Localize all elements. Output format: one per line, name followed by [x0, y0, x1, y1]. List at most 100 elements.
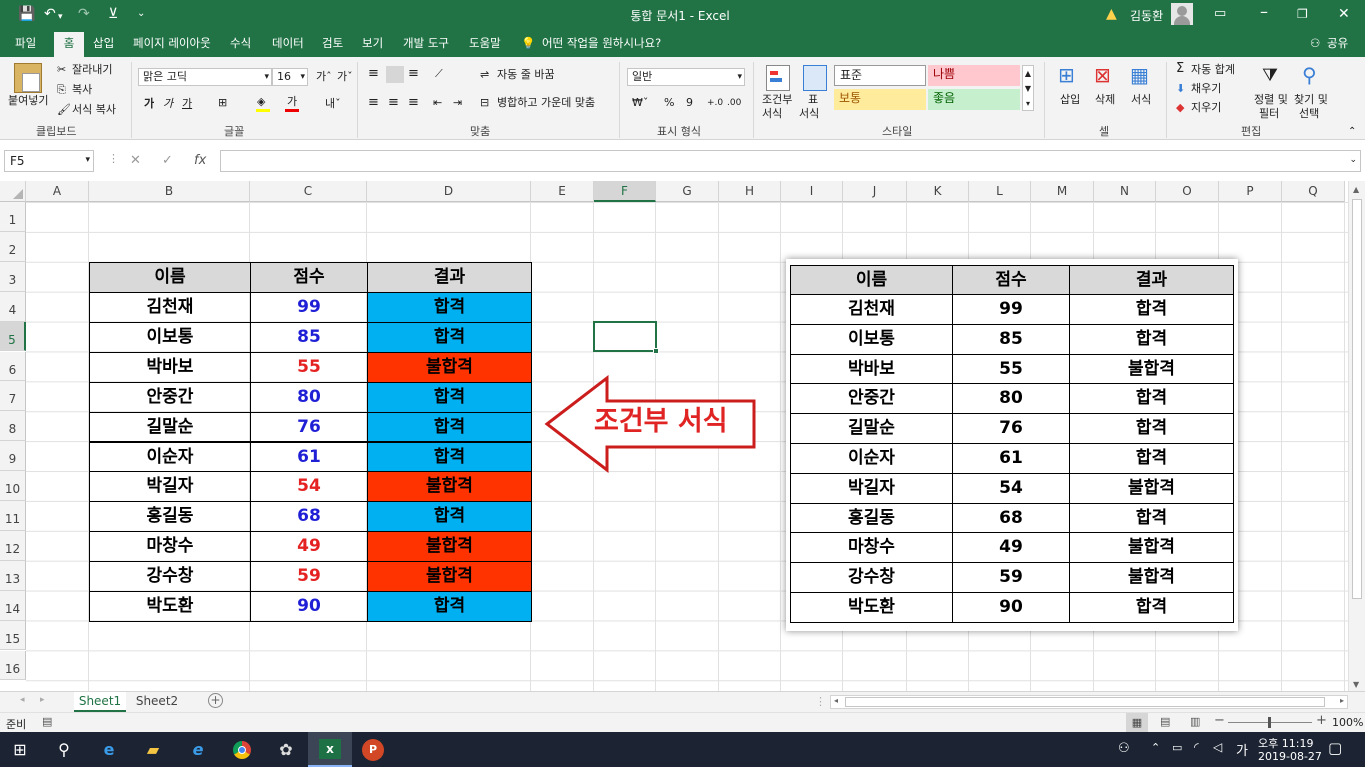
style-bad[interactable]: 나쁨 — [928, 65, 1020, 86]
row-header-4[interactable]: 4 — [0, 291, 26, 322]
ribbon-display-icon[interactable]: ▭ — [1214, 6, 1226, 22]
cell-name[interactable]: 마창수 — [89, 531, 251, 563]
plain-cell-result[interactable]: 합격 — [1069, 592, 1234, 623]
tab-data[interactable]: 데이터 — [272, 36, 304, 51]
zoom-slider-thumb[interactable] — [1268, 717, 1271, 728]
plain-cell-score[interactable]: 59 — [952, 562, 1070, 593]
cell-score[interactable]: 61 — [250, 441, 368, 473]
merge-icon[interactable]: ⊟ — [480, 96, 489, 110]
cell-score[interactable]: 99 — [250, 292, 368, 323]
collapse-ribbon-icon[interactable]: ⌃ — [1348, 125, 1356, 139]
row-header-5[interactable]: 5 — [0, 321, 26, 352]
conditional-format-icon[interactable] — [766, 65, 790, 91]
zoom-in-icon[interactable]: + — [1316, 713, 1327, 728]
row-header-16[interactable]: 16 — [0, 650, 26, 681]
format-as-table-button[interactable]: 표 — [808, 93, 818, 107]
clear-icon[interactable]: ◆ — [1176, 101, 1184, 115]
formula-input[interactable]: ⌄ — [220, 150, 1361, 172]
cell-score[interactable]: 55 — [250, 351, 368, 383]
cancel-icon[interactable]: ✕ — [130, 153, 141, 168]
split-handle-icon[interactable]: ⋮ — [815, 695, 826, 708]
person-icon[interactable]: ⚇ — [1310, 36, 1320, 51]
column-header-I[interactable]: I — [781, 181, 843, 202]
app-icon[interactable]: ✿ — [274, 738, 298, 762]
column-header-P[interactable]: P — [1219, 181, 1282, 202]
cell-score[interactable]: 49 — [250, 531, 368, 563]
find-select-button[interactable]: 찾기 및 — [1294, 93, 1328, 107]
plain-cell-score[interactable]: 68 — [952, 502, 1070, 534]
cell-name[interactable]: 이순자 — [89, 441, 251, 473]
tab-formulas[interactable]: 수식 — [230, 36, 251, 51]
people-icon[interactable]: ⚇ — [1118, 741, 1130, 756]
cell-name[interactable]: 홍길동 — [89, 501, 251, 533]
ime-indicator[interactable]: 가 — [1236, 740, 1248, 759]
comma-button[interactable]: 9 — [686, 96, 693, 110]
undo-icon[interactable]: ↶ — [44, 6, 56, 22]
clear-button[interactable]: 지우기 — [1191, 101, 1221, 115]
conditional-format-button[interactable]: 조건부 — [762, 93, 792, 107]
warning-icon[interactable]: ▲ — [1106, 6, 1117, 22]
styles-scroll[interactable]: ▲ ▼ ▾ — [1022, 65, 1034, 111]
italic-button[interactable]: 가 — [163, 97, 173, 111]
sheet-tab-sheet2[interactable]: Sheet2 — [130, 692, 184, 712]
plain-cell-name[interactable]: 박도환 — [790, 592, 953, 623]
increase-decimal-icon[interactable]: +.0 — [707, 96, 723, 110]
cell-name[interactable]: 박바보 — [89, 351, 251, 383]
edge-icon[interactable]: e — [97, 738, 121, 762]
style-good[interactable]: 좋음 — [928, 89, 1020, 110]
plain-cell-name[interactable]: 박바보 — [790, 353, 953, 385]
table-header-score[interactable]: 점수 — [250, 262, 368, 293]
font-size-combo[interactable]: 16 ▾ — [272, 68, 308, 86]
plain-cell-name[interactable]: 김천재 — [790, 294, 953, 325]
copy-button[interactable]: 복사 — [72, 83, 92, 97]
wrap-text-icon[interactable]: ⇌ — [480, 68, 489, 82]
tab-review[interactable]: 검토 — [322, 36, 343, 51]
plain-cell-result[interactable]: 불합격 — [1069, 472, 1234, 504]
plain-cell-name[interactable]: 마창수 — [790, 532, 953, 564]
fill-button[interactable]: 채우기 — [1191, 82, 1221, 96]
selected-cell-F5[interactable] — [593, 321, 659, 354]
increase-indent-icon[interactable]: ⇥ — [453, 96, 462, 110]
plain-cell-name[interactable]: 홍길동 — [790, 502, 953, 534]
plain-header-name[interactable]: 이름 — [790, 265, 953, 295]
redo-icon[interactable]: ↷ — [78, 6, 90, 22]
cut-button[interactable]: 잘라내기 — [72, 63, 112, 77]
plain-cell-score[interactable]: 76 — [952, 413, 1070, 444]
cell-score[interactable]: 80 — [250, 381, 368, 413]
style-normal[interactable]: 표준 — [834, 65, 926, 86]
plain-cell-result[interactable]: 불합격 — [1069, 532, 1234, 564]
save-icon[interactable]: 💾 — [18, 6, 35, 22]
sort-filter-icon[interactable]: ⧩ — [1262, 65, 1278, 87]
zoom-level[interactable]: 100% — [1332, 716, 1363, 729]
cell-name[interactable]: 강수창 — [89, 561, 251, 592]
delete-cells-icon[interactable]: ⊠ — [1094, 63, 1111, 87]
cell-result[interactable]: 합격 — [367, 441, 532, 473]
lightbulb-icon[interactable]: 💡 — [521, 36, 535, 51]
column-header-J[interactable]: J — [843, 181, 907, 202]
windows-start-icon[interactable]: ⊞ — [8, 738, 32, 762]
cell-result[interactable]: 합격 — [367, 501, 532, 533]
plain-cell-score[interactable]: 54 — [952, 472, 1070, 504]
tab-developer[interactable]: 개발 도구 — [403, 36, 449, 51]
name-box[interactable]: F5 ▾ — [4, 150, 94, 172]
tray-expand-icon[interactable]: ⌃ — [1151, 741, 1160, 754]
cell-name[interactable]: 안중간 — [89, 381, 251, 413]
column-header-H[interactable]: H — [719, 181, 781, 202]
row-header-15[interactable]: 15 — [0, 620, 26, 651]
column-header-G[interactable]: G — [656, 181, 719, 202]
tell-me-search[interactable]: 어떤 작업을 원하시나요? — [542, 36, 661, 51]
number-format-combo[interactable]: 일반 ▾ — [627, 68, 745, 86]
notification-icon[interactable]: ▢ — [1328, 739, 1342, 757]
paste-button[interactable]: 붙여넣기 — [8, 94, 48, 108]
user-name[interactable]: 김동환 — [1130, 7, 1163, 24]
undo-dropdown-icon[interactable]: ▾ — [58, 9, 63, 25]
cut-icon[interactable]: ✂ — [57, 63, 66, 77]
tab-help[interactable]: 도움말 — [469, 36, 501, 51]
row-header-14[interactable]: 14 — [0, 590, 26, 621]
column-header-M[interactable]: M — [1031, 181, 1094, 202]
font-color-icon[interactable]: 가 — [287, 95, 297, 109]
plain-cell-score[interactable]: 90 — [952, 592, 1070, 623]
bold-button[interactable]: 가 — [144, 97, 154, 111]
battery-icon[interactable]: ▭ — [1172, 741, 1182, 754]
tab-file[interactable]: 파일 — [15, 36, 36, 51]
